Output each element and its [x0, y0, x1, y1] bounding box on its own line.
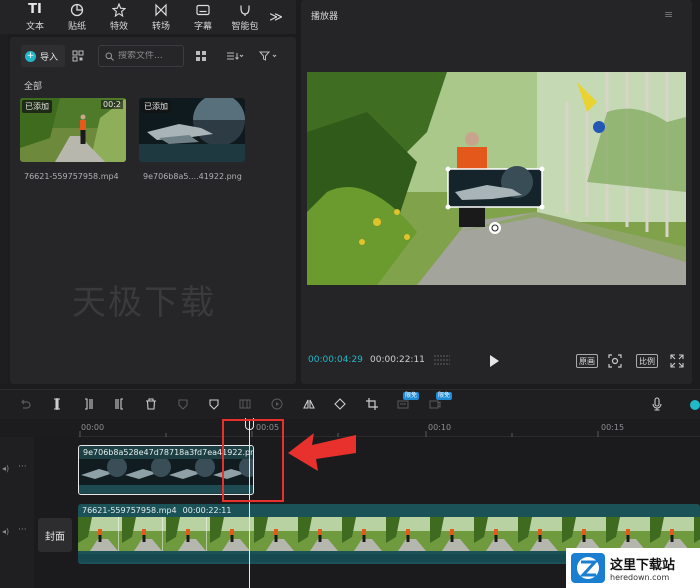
player-preview[interactable]: [307, 72, 686, 285]
rotate-icon[interactable]: [331, 396, 349, 412]
timeline-toolbar: [0, 389, 700, 419]
grid-qr-icon[interactable]: [68, 46, 88, 66]
original-quality-button[interactable]: 原画: [576, 354, 598, 368]
total-time: 00:00:22:11: [370, 355, 425, 365]
tool-transition[interactable]: 转场: [140, 0, 182, 34]
mask-icon[interactable]: [205, 396, 223, 412]
microphone-icon[interactable]: [648, 396, 666, 412]
menu-icon[interactable]: ≡: [664, 8, 673, 21]
tool-text[interactable]: TI 文本: [14, 0, 56, 34]
track-volume-icon[interactable]: ◂): [2, 464, 9, 473]
trim-right-icon[interactable]: [110, 396, 128, 412]
view-toggle-icon[interactable]: [191, 46, 211, 66]
track-volume-icon[interactable]: ◂): [2, 527, 9, 536]
site-watermark: 天极下载: [72, 283, 216, 323]
play-button[interactable]: [488, 354, 500, 371]
search-box[interactable]: [98, 45, 184, 67]
import-button[interactable]: + 导入: [21, 45, 65, 67]
ruler-label-15: 00:15: [601, 423, 625, 432]
duration-badge: 00:2: [101, 100, 123, 109]
player-title: 播放器: [311, 12, 339, 22]
aspect-ratio-button[interactable]: 比例: [636, 354, 658, 368]
cover-button[interactable]: 封面: [38, 518, 72, 552]
transition-icon: [155, 3, 167, 16]
import-label: 导入: [40, 52, 59, 63]
timeline-view-icon[interactable]: [432, 354, 452, 366]
free-badge: 限免: [403, 392, 420, 400]
mirror-icon[interactable]: [300, 396, 318, 412]
video-clip-name: 76621-559757958.mp4: [82, 506, 177, 515]
tool-subtitle[interactable]: 字幕: [182, 0, 224, 34]
logo-title: 这里下载站: [610, 558, 676, 573]
effects-icon: [112, 2, 126, 17]
logo-mark-icon: [571, 553, 605, 583]
smart-pack-icon: [240, 5, 250, 16]
current-time: 00:00:04:29: [308, 355, 363, 365]
tool-subtitle-label: 字幕: [193, 21, 212, 32]
tool-sticker[interactable]: 贴纸: [56, 0, 98, 34]
screenshot-icon[interactable]: [608, 354, 622, 371]
tool-text-label: 文本: [25, 21, 44, 32]
play-circle-icon[interactable]: [268, 396, 286, 412]
added-badge: 已添加: [141, 100, 171, 113]
annotation-arrow: [288, 433, 356, 471]
left-side-strip: [0, 34, 8, 384]
search-input[interactable]: [118, 51, 182, 61]
tool-effects-label: 特效: [109, 21, 128, 32]
plus-icon: +: [25, 50, 36, 62]
subtitle-icon: [196, 4, 210, 15]
logo-url: heredown.com: [610, 573, 670, 582]
sort-icon[interactable]: [222, 46, 248, 66]
free-badge: 限免: [436, 392, 453, 400]
sticker-icon: [70, 3, 84, 16]
tool-smart-pack[interactable]: 智能包: [224, 0, 266, 34]
tool-smart-pack-label: 智能包: [231, 21, 259, 32]
top-toolbar: TI 文本 贴纸 特效 转场 字幕 智能包 ≫: [0, 0, 296, 34]
media-item-image[interactable]: 已添加: [139, 98, 245, 162]
video-clip-duration: 00:00:22:11: [182, 506, 232, 515]
media-item-video-name: 76621-559757958.mp4: [24, 172, 119, 181]
video-clip-filmstrip: [78, 517, 700, 551]
annotation-highlight-box: [222, 419, 284, 502]
preview-frame: [307, 72, 686, 285]
trim-left-icon[interactable]: [80, 396, 98, 412]
track-more-icon[interactable]: ···: [18, 462, 27, 472]
track-more-icon[interactable]: ···: [18, 525, 27, 535]
media-panel: [10, 37, 296, 384]
split-icon[interactable]: [48, 396, 66, 412]
tool-sticker-label: 贴纸: [67, 21, 86, 32]
reverse-icon[interactable]: [236, 396, 254, 412]
text-icon: TI: [28, 1, 42, 17]
track-toggle[interactable]: [690, 400, 700, 410]
ruler-label-0: 00:00: [81, 423, 105, 432]
media-item-image-name: 9e706b8a5....41922.png: [143, 172, 242, 181]
media-item-video[interactable]: 已添加 00:2: [20, 98, 126, 162]
crop-icon[interactable]: [363, 396, 381, 412]
tool-transition-label: 转场: [151, 21, 170, 32]
freeze-icon[interactable]: [174, 396, 192, 412]
section-all-label: 全部: [24, 82, 43, 92]
undo-icon[interactable]: [16, 396, 34, 412]
ruler-label-10: 00:10: [428, 423, 452, 432]
search-icon: [105, 52, 114, 61]
delete-icon[interactable]: [142, 396, 160, 412]
added-badge: 已添加: [22, 100, 52, 113]
more-tools-button[interactable]: ≫: [266, 0, 286, 34]
track-header-column: [0, 437, 34, 588]
filter-icon[interactable]: [256, 46, 282, 66]
tool-effects[interactable]: 特效: [98, 0, 140, 34]
site-logo: 这里下载站 heredown.com: [566, 548, 700, 588]
fullscreen-icon[interactable]: [670, 354, 684, 371]
